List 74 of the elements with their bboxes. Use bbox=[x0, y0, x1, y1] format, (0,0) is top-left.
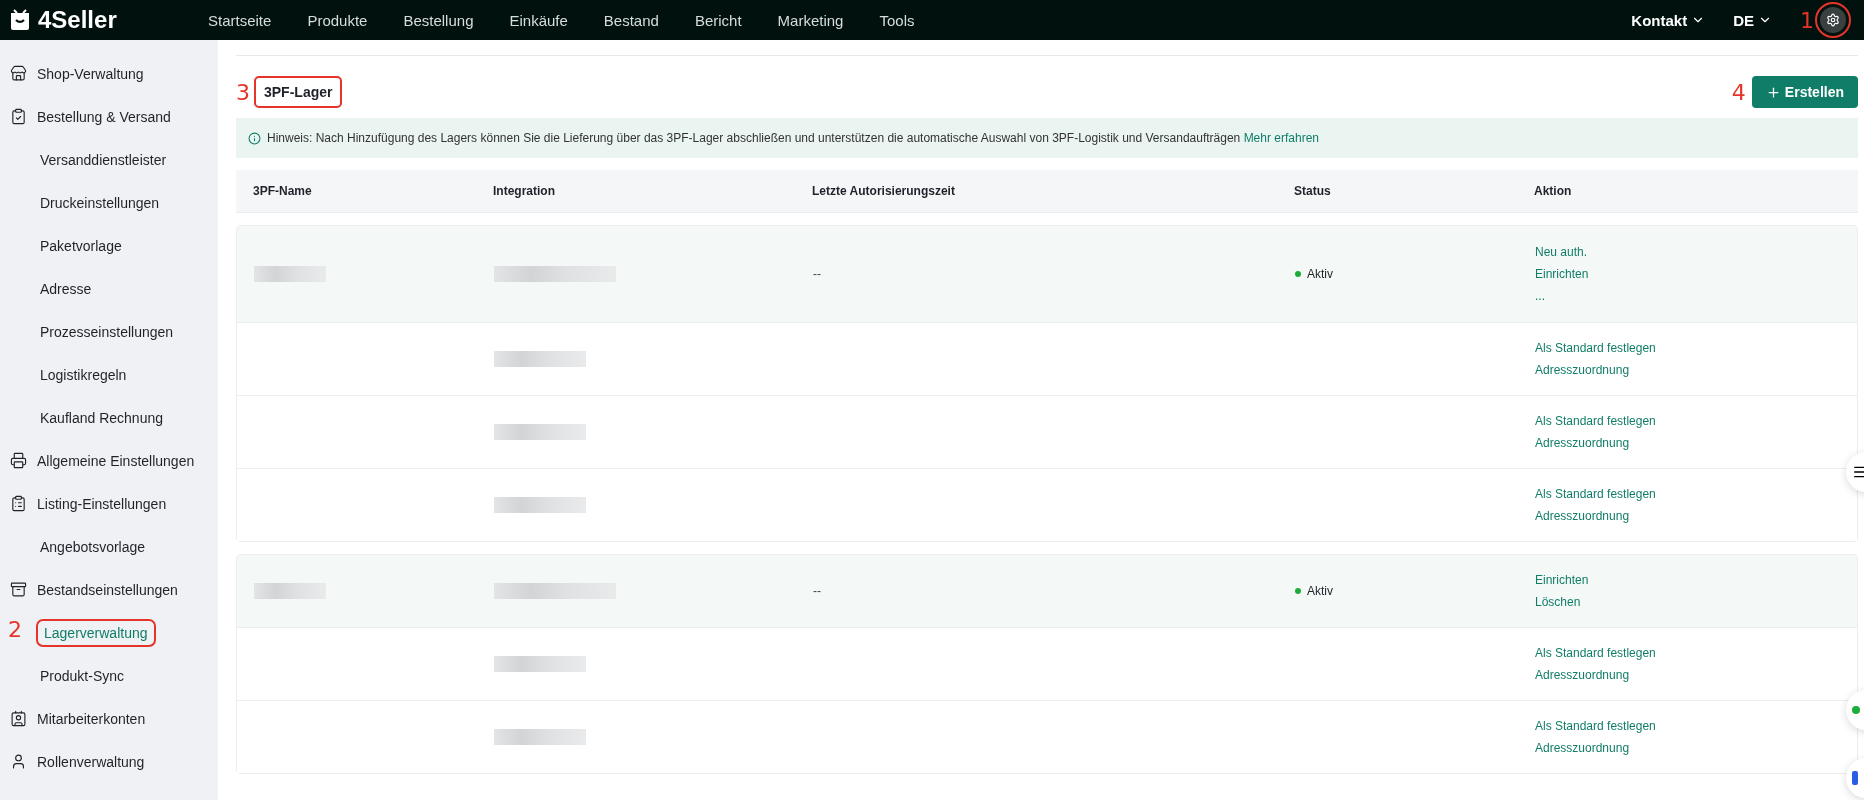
nav-link[interactable]: Tools bbox=[861, 11, 933, 29]
action-link[interactable]: Einrichten bbox=[1535, 267, 1589, 281]
info-icon bbox=[248, 131, 261, 145]
sidebar-item[interactable]: Allgemeine Einstellungen bbox=[0, 439, 218, 482]
settings-icon bbox=[1826, 13, 1840, 27]
nav-link[interactable]: Marketing bbox=[759, 11, 862, 29]
tab[interactable]: 3PF-Lager bbox=[256, 78, 341, 106]
sidebar-icon bbox=[10, 753, 27, 770]
action-link[interactable]: Als Standard festlegen bbox=[1535, 414, 1656, 428]
status-label: Aktiv bbox=[1295, 584, 1535, 598]
sidebar-icon bbox=[10, 452, 27, 469]
sidebar-item[interactable]: Logistikregeln bbox=[0, 353, 218, 396]
action-link[interactable]: Adresszuordnung bbox=[1535, 436, 1630, 450]
action-link[interactable]: Adresszuordnung bbox=[1535, 668, 1630, 682]
notice-text: Hinweis: Nach Hinzufügung des Lagers können Sie die Lieferung über das 3PF-Lager abschließen und unterstützen die automatische Auswahl von 3PF-Logistik und Versandaufträgen Mehr erfahren bbox=[267, 131, 1319, 145]
sidebar-item[interactable]: 2 Lagerverwaltung bbox=[0, 611, 218, 654]
nav-link[interactable]: Einkäufe bbox=[491, 11, 586, 29]
language-dropdown[interactable]: DE bbox=[1733, 11, 1772, 29]
action-link[interactable]: Adresszuordnung bbox=[1535, 363, 1630, 377]
sidebar-item[interactable]: Druckeinstellungen bbox=[0, 181, 218, 224]
logo-text: 4Seller bbox=[38, 6, 117, 34]
nav-link[interactable]: Produkte bbox=[289, 11, 386, 29]
table-cell: -- bbox=[813, 267, 821, 281]
annotation-number: 4 bbox=[1731, 79, 1746, 105]
nav-link[interactable]: Startseite bbox=[190, 11, 290, 29]
sidebar-item[interactable]: Bestandseinstellungen bbox=[0, 568, 218, 611]
annotation-number: 1 bbox=[1800, 7, 1814, 33]
action-link[interactable]: ... bbox=[1535, 289, 1545, 303]
sidebar-item[interactable]: Versanddienstleister bbox=[0, 138, 218, 181]
column-header: Letzte Autorisierungszeit bbox=[812, 184, 955, 198]
nav-link[interactable]: Bericht bbox=[676, 11, 760, 29]
sidebar-item[interactable]: Produkt-Sync bbox=[0, 654, 218, 697]
column-header: Status bbox=[1294, 184, 1331, 198]
sidebar-icon bbox=[10, 710, 27, 727]
action-link[interactable]: Adresszuordnung bbox=[1535, 741, 1630, 755]
column-header: 3PF-Name bbox=[253, 184, 312, 198]
annotation-number: 3 bbox=[236, 79, 250, 105]
sidebar-item[interactable]: Rollenverwaltung bbox=[0, 740, 218, 783]
learn-more-link[interactable]: Mehr erfahren bbox=[1243, 131, 1319, 145]
sidebar-icon bbox=[10, 581, 27, 598]
sidebar-item[interactable]: Shop-Verwaltung bbox=[0, 52, 218, 95]
nav-link[interactable]: Bestand bbox=[585, 11, 677, 29]
create-button[interactable]: Erstellen bbox=[1751, 76, 1858, 108]
action-link[interactable]: Löschen bbox=[1535, 595, 1581, 609]
menu-icon bbox=[1852, 464, 1864, 480]
dot-icon bbox=[1852, 706, 1860, 714]
sidebar-item[interactable]: Mitarbeiterkonten bbox=[0, 697, 218, 740]
sidebar-item[interactable]: Paketvorlage bbox=[0, 224, 218, 267]
sidebar-item[interactable]: Bestellung & Versand bbox=[0, 95, 218, 138]
sidebar-item[interactable]: Kaufland Rechnung bbox=[0, 396, 218, 439]
action-link[interactable]: Als Standard festlegen bbox=[1535, 719, 1656, 733]
action-link[interactable]: Einrichten bbox=[1535, 573, 1589, 587]
bar-icon bbox=[1852, 771, 1858, 785]
sidebar-icon bbox=[10, 495, 27, 512]
column-header: Aktion bbox=[1534, 184, 1572, 198]
logo-icon bbox=[8, 8, 32, 32]
action-link[interactable]: Als Standard festlegen bbox=[1535, 646, 1656, 660]
sidebar-icon bbox=[10, 108, 27, 125]
column-header: Integration bbox=[493, 184, 555, 198]
nav-link[interactable]: Bestellung bbox=[385, 11, 492, 29]
contact-dropdown[interactable]: Kontakt bbox=[1631, 11, 1706, 29]
sidebar-item[interactable]: Angebotsvorlage bbox=[0, 525, 218, 568]
action-link[interactable]: Als Standard festlegen bbox=[1535, 487, 1656, 501]
table-cell: -- bbox=[813, 584, 821, 598]
sidebar-item[interactable]: Prozesseinstellungen bbox=[0, 310, 218, 353]
plus-icon bbox=[1765, 84, 1781, 100]
sidebar-item[interactable]: Adresse bbox=[0, 267, 218, 310]
action-link[interactable]: Neu auth. bbox=[1535, 245, 1588, 259]
action-link[interactable]: Als Standard festlegen bbox=[1535, 341, 1656, 355]
status-label: Aktiv bbox=[1295, 267, 1535, 281]
action-link[interactable]: Adresszuordnung bbox=[1535, 509, 1630, 523]
sidebar-item[interactable]: Listing-Einstellungen bbox=[0, 482, 218, 525]
annotation-number: 2 bbox=[8, 616, 22, 642]
sidebar-icon bbox=[10, 65, 27, 82]
